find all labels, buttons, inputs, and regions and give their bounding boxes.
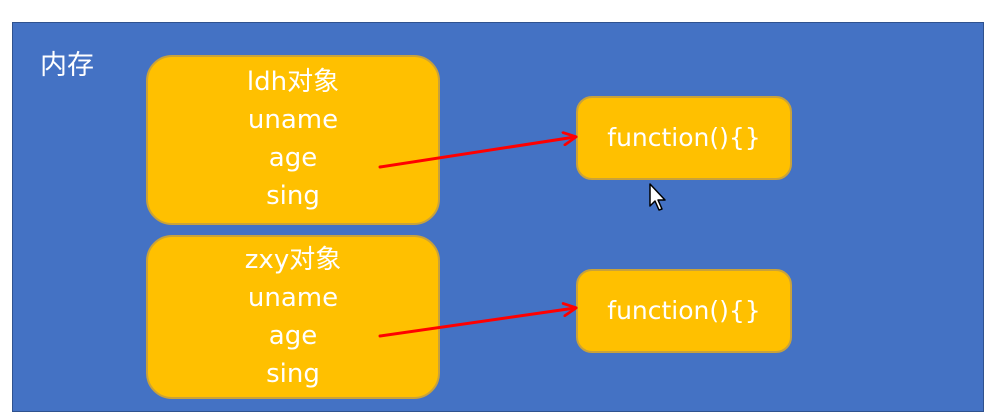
arrows-layer — [378, 0, 1000, 338]
arrow-zxy-sing-to-function — [378, 308, 575, 338]
slide-canvas: 内存 ldh对象 uname age sing zxy对象 uname age … — [0, 0, 1000, 416]
arrow-ldh-sing-to-function — [378, 137, 575, 169]
mouse-pointer-icon — [649, 183, 666, 211]
